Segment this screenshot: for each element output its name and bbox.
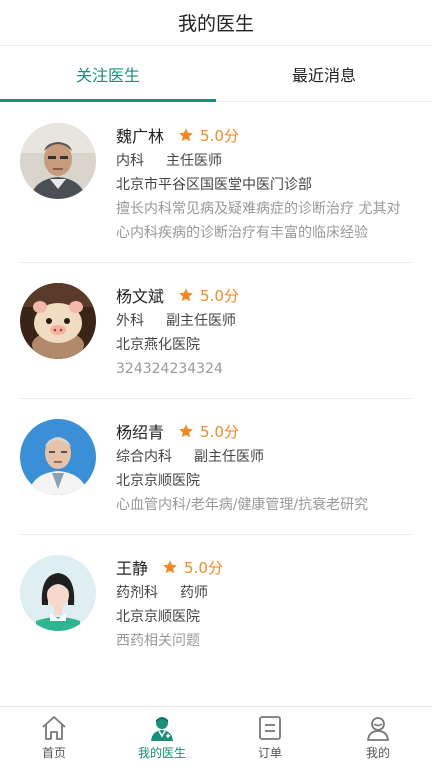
doctor-rating: 5.0分 (200, 422, 239, 441)
doctor-hospital: 北京燕化医院 (116, 337, 200, 353)
tab-bar: 关注医生 最近消息 (0, 46, 432, 102)
doctor-card[interactable]: 王静 5.0分 药剂科 药师 北京京顺医院 西药相关问题 (0, 535, 432, 671)
doctor-dept-title: 综合内科 副主任医师 (116, 445, 412, 469)
older-man-photo-icon (20, 123, 96, 199)
doctor-hospital: 北京京顺医院 (116, 473, 200, 489)
doctor-description: 心血管内科/老年病/健康管理/抗衰老研究 (116, 497, 369, 513)
nav-profile[interactable]: 我的 (324, 707, 432, 768)
nav-my-doctors-label: 我的医生 (137, 746, 186, 760)
tab-followed-doctors[interactable]: 关注医生 (0, 46, 216, 102)
doctor-rating: 5.0分 (200, 126, 239, 145)
doctor-description: 西药相关问题 (116, 633, 200, 649)
nav-orders-label: 订单 (257, 746, 282, 760)
page-title: 我的医生 (177, 13, 254, 35)
profile-icon (367, 717, 389, 741)
doctor-description: 擅长内科常见病及疑难病症的诊断治疗 尤其对心内科疾病的诊断治疗有丰富的临床经验 (116, 201, 401, 241)
doctor-hospital: 北京市平谷区国医堂中医门诊部 (116, 177, 312, 193)
doctor-avatar (20, 283, 96, 359)
doctor-avatar (20, 419, 96, 495)
doctor-avatar (20, 123, 96, 199)
doctor-dept-title: 药剂科 药师 (116, 581, 412, 605)
doctor-dept-title: 内科 主任医师 (116, 149, 412, 173)
home-icon (42, 716, 66, 740)
doctor-card[interactable]: 杨绍青 5.0分 综合内科 副主任医师 北京京顺医院 心血管内科/老年病/健康管理… (0, 399, 432, 535)
doctor-department: 外科 (116, 313, 144, 329)
doctor-department: 药剂科 (116, 585, 158, 601)
nav-my-doctors[interactable]: 我的医生 (108, 707, 216, 768)
doctor-title: 副主任医师 (166, 313, 236, 329)
doctor-card[interactable]: 魏广林 5.0分 内科 主任医师 北京市平谷区国医堂中医门诊部 擅长内科常见病及疑… (0, 103, 432, 263)
doctor-description: 324324234324 (116, 361, 223, 377)
doctor-icon (151, 717, 173, 741)
star-icon (179, 128, 193, 142)
doctor-department: 综合内科 (116, 449, 172, 465)
doctor-hospital: 北京京顺医院 (116, 609, 200, 625)
doctor-name: 杨文斌 (116, 287, 165, 306)
app-header: 我的医生 (0, 0, 432, 46)
doctor-name: 魏广林 (116, 127, 165, 146)
order-icon (259, 716, 281, 740)
nav-profile-label: 我的 (365, 746, 390, 760)
tab-recent-messages[interactable]: 最近消息 (216, 46, 432, 101)
doctor-department: 内科 (116, 153, 144, 169)
doctor-title: 主任医师 (166, 153, 222, 169)
doctor-title: 副主任医师 (194, 449, 264, 465)
star-icon (163, 560, 177, 574)
doctor-list: 魏广林 5.0分 内科 主任医师 北京市平谷区国医堂中医门诊部 擅长内科常见病及疑… (0, 103, 432, 706)
doctor-rating: 5.0分 (184, 558, 223, 577)
doctor-name: 王静 (116, 559, 149, 578)
doctor-white-coat-photo-icon (20, 419, 96, 495)
nav-orders[interactable]: 订单 (216, 707, 324, 768)
pig-toy-icon (20, 283, 96, 359)
female-avatar-icon (20, 555, 96, 631)
star-icon (179, 288, 193, 302)
doctor-avatar (20, 555, 96, 631)
bottom-nav: 首页 我的医生 订单 我的 (0, 706, 432, 768)
doctor-card[interactable]: 杨文斌 5.0分 外科 副主任医师 北京燕化医院 324324234324 (0, 263, 432, 399)
doctor-dept-title: 外科 副主任医师 (116, 309, 412, 333)
star-icon (179, 424, 193, 438)
nav-home[interactable]: 首页 (0, 707, 108, 768)
doctor-title: 药师 (180, 585, 208, 601)
doctor-name: 杨绍青 (116, 423, 165, 442)
doctor-rating: 5.0分 (200, 286, 239, 305)
nav-home-label: 首页 (41, 746, 66, 760)
